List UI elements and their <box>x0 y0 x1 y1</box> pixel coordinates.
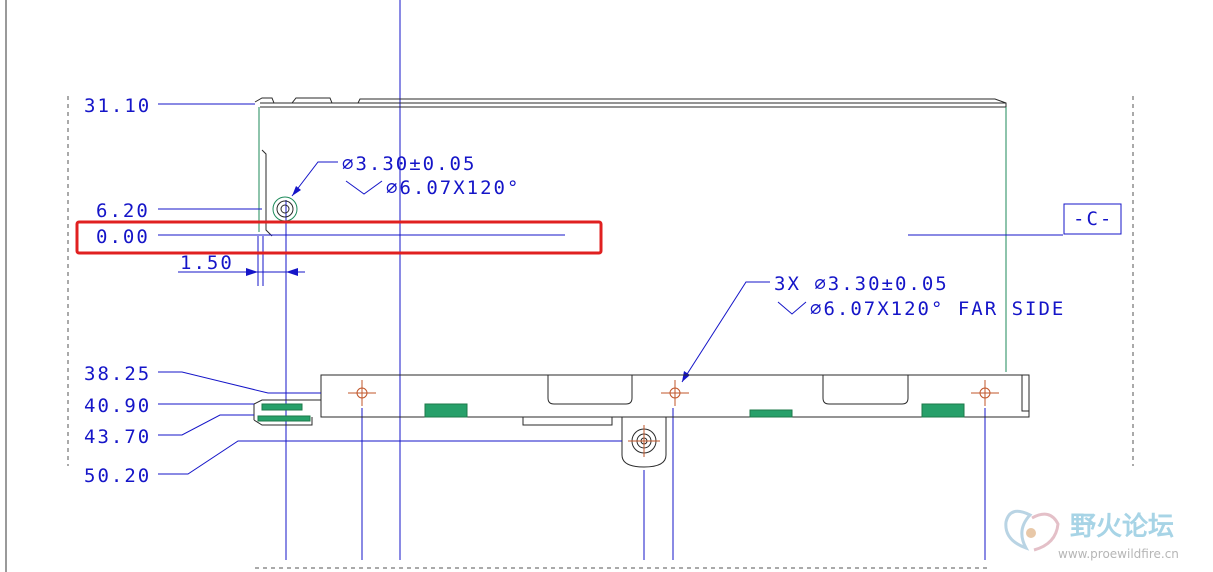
bottom-hole-leader-arrow <box>682 371 690 382</box>
bottom-hole-countersink-symbol <box>777 301 807 315</box>
top-hole-leader-arrow <box>292 186 301 196</box>
dimension-50-20: 50.20 <box>84 465 151 487</box>
dimension-43-70: 43.70 <box>84 426 151 448</box>
top-hole <box>272 196 298 222</box>
bracket-tab-hole <box>628 425 660 457</box>
dimension-0-00: 0.00 <box>96 226 150 248</box>
dimension-38-25: 38.25 <box>84 363 151 385</box>
leader-43-70 <box>158 414 254 436</box>
dimension-40-90: 40.90 <box>84 395 151 417</box>
top-hole-countersink-note: ∅6.07X120° <box>386 177 520 199</box>
bottom-hole-leader <box>681 281 770 383</box>
highlight-box <box>75 220 603 255</box>
top-hole-countersink-symbol <box>345 180 383 195</box>
bracket-hole-1 <box>348 380 376 406</box>
watermark-logo <box>1004 509 1060 552</box>
bracket-hole-3 <box>971 380 999 406</box>
watermark-title: 野火论坛 <box>1070 512 1174 542</box>
dimension-1-50: 1.50 <box>180 252 234 274</box>
bracket-hole-2 <box>661 380 689 406</box>
cad-drawing: ∅3.30±0.05 ∅6.07X120° 31.10 6.20 0.00 1.… <box>5 0 1179 572</box>
leader-38-25 <box>158 371 321 394</box>
dimension-31-10: 31.10 <box>84 95 151 117</box>
datum-label: -C- <box>1073 208 1113 230</box>
top-hole-diameter-note: ∅3.30±0.05 <box>342 153 476 175</box>
watermark-url: www.proewildfire.cn <box>1058 547 1179 561</box>
leader-50-20 <box>158 440 622 475</box>
dimension-6-20: 6.20 <box>96 200 150 222</box>
bottom-hole-diameter-note: 3X ∅3.30±0.05 <box>774 273 949 295</box>
bottom-hole-countersink-note: ∅6.07X120° FAR SIDE <box>810 298 1065 320</box>
bottom-bracket-green-tabs <box>257 403 965 422</box>
